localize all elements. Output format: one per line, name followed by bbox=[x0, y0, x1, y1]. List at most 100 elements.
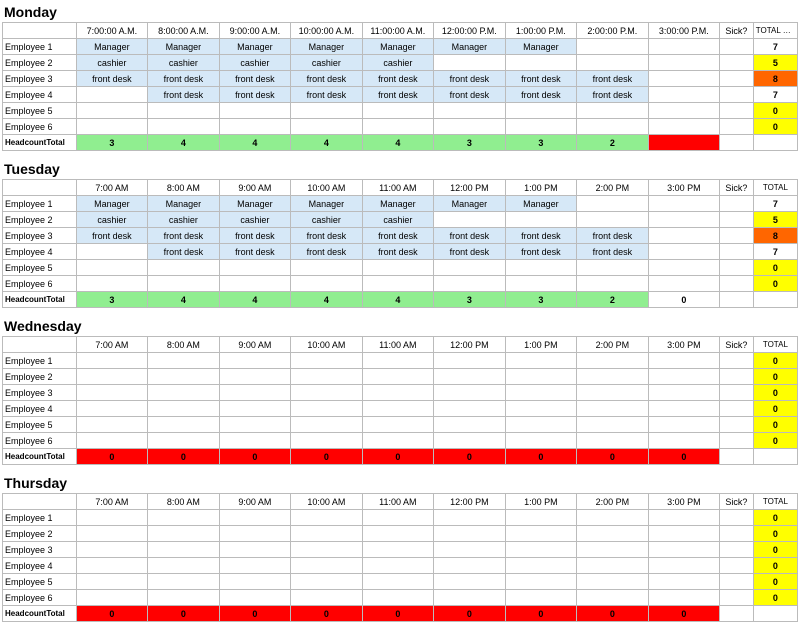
shift-cell-4-7[interactable] bbox=[577, 103, 649, 119]
shift-cell-2-3[interactable] bbox=[291, 542, 363, 558]
shift-cell-0-3[interactable]: Manager bbox=[291, 196, 363, 212]
sick-cell-5[interactable] bbox=[720, 590, 754, 606]
shift-cell-1-0[interactable]: cashier bbox=[76, 55, 148, 71]
shift-cell-0-8[interactable] bbox=[648, 510, 720, 526]
shift-cell-1-0[interactable] bbox=[76, 369, 148, 385]
shift-cell-4-3[interactable] bbox=[291, 260, 363, 276]
sick-cell-1[interactable] bbox=[720, 526, 754, 542]
shift-cell-3-8[interactable] bbox=[648, 87, 720, 103]
shift-cell-0-0[interactable]: Manager bbox=[76, 39, 148, 55]
shift-cell-4-0[interactable] bbox=[76, 260, 148, 276]
shift-cell-5-1[interactable] bbox=[148, 276, 220, 292]
shift-cell-3-5[interactable]: front desk bbox=[434, 244, 506, 260]
sick-cell-3[interactable] bbox=[720, 401, 754, 417]
shift-cell-5-7[interactable] bbox=[577, 276, 649, 292]
sick-cell-3[interactable] bbox=[720, 87, 754, 103]
sick-cell-4[interactable] bbox=[720, 417, 754, 433]
shift-cell-2-7[interactable]: front desk bbox=[577, 71, 649, 87]
sick-cell-0[interactable] bbox=[720, 196, 754, 212]
shift-cell-2-1[interactable]: front desk bbox=[148, 228, 220, 244]
shift-cell-1-4[interactable]: cashier bbox=[362, 55, 434, 71]
shift-cell-1-8[interactable] bbox=[648, 526, 720, 542]
shift-cell-4-6[interactable] bbox=[505, 260, 577, 276]
shift-cell-2-5[interactable]: front desk bbox=[434, 71, 506, 87]
sick-cell-0[interactable] bbox=[720, 510, 754, 526]
shift-cell-2-7[interactable]: front desk bbox=[577, 228, 649, 244]
shift-cell-3-4[interactable] bbox=[362, 401, 434, 417]
sick-cell-5[interactable] bbox=[720, 433, 754, 449]
shift-cell-4-1[interactable] bbox=[148, 260, 220, 276]
shift-cell-2-2[interactable]: front desk bbox=[219, 71, 291, 87]
shift-cell-1-3[interactable] bbox=[291, 369, 363, 385]
shift-cell-1-8[interactable] bbox=[648, 369, 720, 385]
shift-cell-5-3[interactable] bbox=[291, 433, 363, 449]
shift-cell-5-6[interactable] bbox=[505, 119, 577, 135]
sick-cell-3[interactable] bbox=[720, 558, 754, 574]
shift-cell-2-3[interactable]: front desk bbox=[291, 228, 363, 244]
shift-cell-5-1[interactable] bbox=[148, 119, 220, 135]
shift-cell-0-2[interactable]: Manager bbox=[219, 196, 291, 212]
shift-cell-1-5[interactable] bbox=[434, 212, 506, 228]
shift-cell-3-1[interactable]: front desk bbox=[148, 244, 220, 260]
shift-cell-4-0[interactable] bbox=[76, 103, 148, 119]
shift-cell-2-2[interactable] bbox=[219, 385, 291, 401]
shift-cell-4-2[interactable] bbox=[219, 574, 291, 590]
shift-cell-4-0[interactable] bbox=[76, 574, 148, 590]
shift-cell-2-3[interactable] bbox=[291, 385, 363, 401]
shift-cell-4-2[interactable] bbox=[219, 103, 291, 119]
sick-cell-4[interactable] bbox=[720, 103, 754, 119]
shift-cell-5-2[interactable] bbox=[219, 433, 291, 449]
sick-cell-2[interactable] bbox=[720, 71, 754, 87]
shift-cell-2-0[interactable] bbox=[76, 385, 148, 401]
shift-cell-5-3[interactable] bbox=[291, 119, 363, 135]
shift-cell-2-1[interactable] bbox=[148, 385, 220, 401]
shift-cell-3-0[interactable] bbox=[76, 87, 148, 103]
shift-cell-0-0[interactable] bbox=[76, 353, 148, 369]
shift-cell-1-2[interactable] bbox=[219, 369, 291, 385]
shift-cell-1-1[interactable]: cashier bbox=[148, 212, 220, 228]
shift-cell-2-0[interactable]: front desk bbox=[76, 71, 148, 87]
shift-cell-1-4[interactable] bbox=[362, 526, 434, 542]
shift-cell-5-8[interactable] bbox=[648, 276, 720, 292]
sick-cell-1[interactable] bbox=[720, 212, 754, 228]
shift-cell-5-2[interactable] bbox=[219, 276, 291, 292]
sick-cell-5[interactable] bbox=[720, 276, 754, 292]
shift-cell-4-8[interactable] bbox=[648, 417, 720, 433]
sick-cell-2[interactable] bbox=[720, 385, 754, 401]
shift-cell-5-6[interactable] bbox=[505, 433, 577, 449]
shift-cell-1-2[interactable] bbox=[219, 526, 291, 542]
sick-cell-3[interactable] bbox=[720, 244, 754, 260]
shift-cell-5-0[interactable] bbox=[76, 590, 148, 606]
shift-cell-5-5[interactable] bbox=[434, 276, 506, 292]
shift-cell-4-7[interactable] bbox=[577, 574, 649, 590]
shift-cell-5-2[interactable] bbox=[219, 590, 291, 606]
shift-cell-0-1[interactable]: Manager bbox=[148, 196, 220, 212]
shift-cell-0-3[interactable] bbox=[291, 510, 363, 526]
shift-cell-4-8[interactable] bbox=[648, 574, 720, 590]
shift-cell-3-0[interactable] bbox=[76, 244, 148, 260]
shift-cell-3-1[interactable]: front desk bbox=[148, 87, 220, 103]
shift-cell-0-8[interactable] bbox=[648, 39, 720, 55]
shift-cell-4-5[interactable] bbox=[434, 260, 506, 276]
shift-cell-5-7[interactable] bbox=[577, 590, 649, 606]
shift-cell-5-4[interactable] bbox=[362, 590, 434, 606]
shift-cell-5-4[interactable] bbox=[362, 276, 434, 292]
shift-cell-5-7[interactable] bbox=[577, 433, 649, 449]
shift-cell-2-1[interactable] bbox=[148, 542, 220, 558]
shift-cell-1-1[interactable] bbox=[148, 526, 220, 542]
shift-cell-2-0[interactable] bbox=[76, 542, 148, 558]
shift-cell-0-6[interactable] bbox=[505, 510, 577, 526]
shift-cell-4-6[interactable] bbox=[505, 574, 577, 590]
shift-cell-5-3[interactable] bbox=[291, 590, 363, 606]
shift-cell-1-5[interactable] bbox=[434, 526, 506, 542]
shift-cell-1-0[interactable] bbox=[76, 526, 148, 542]
shift-cell-3-2[interactable]: front desk bbox=[219, 244, 291, 260]
shift-cell-2-5[interactable] bbox=[434, 385, 506, 401]
shift-cell-2-8[interactable] bbox=[648, 385, 720, 401]
shift-cell-1-6[interactable] bbox=[505, 212, 577, 228]
shift-cell-2-3[interactable]: front desk bbox=[291, 71, 363, 87]
shift-cell-0-0[interactable] bbox=[76, 510, 148, 526]
shift-cell-3-0[interactable] bbox=[76, 558, 148, 574]
shift-cell-2-6[interactable]: front desk bbox=[505, 228, 577, 244]
shift-cell-0-1[interactable] bbox=[148, 353, 220, 369]
